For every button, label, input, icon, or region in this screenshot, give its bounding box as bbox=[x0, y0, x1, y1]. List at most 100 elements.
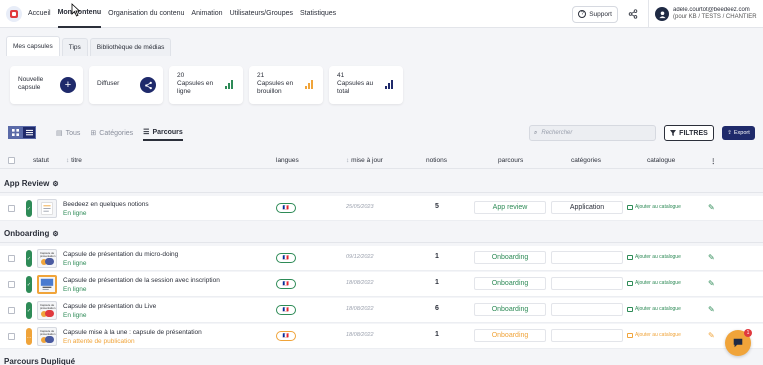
update-date: 18/08/2022 bbox=[346, 332, 374, 338]
grid-view-icon[interactable] bbox=[8, 126, 22, 139]
user-menu[interactable]: adele.courtot@beedeez.com (pour KB / TES… bbox=[648, 0, 763, 28]
table-row[interactable]: ✓ Capsule de présentation de la session … bbox=[0, 272, 763, 297]
list-toolbar: ▤ Tous ⊞ Catégories ☰ Parcours ⌕ Rechercher… bbox=[8, 125, 756, 143]
draft-capsules-card: 21 Capsules en brouillon bbox=[249, 66, 323, 104]
search-placeholder: Rechercher bbox=[541, 130, 573, 136]
table-row[interactable]: … Capsule de présentation Capsule mise à… bbox=[0, 324, 763, 349]
notions-count: 5 bbox=[435, 203, 439, 210]
categorie-cell[interactable] bbox=[551, 329, 623, 342]
filter-tab-tous[interactable]: ▤ Tous bbox=[56, 125, 80, 141]
catalogue-label: Ajouter au catalogue bbox=[635, 280, 681, 286]
table-row[interactable]: ✓ Capsule de présentation Capsule de pré… bbox=[0, 298, 763, 323]
parcours-cell[interactable]: Onboarding bbox=[474, 329, 546, 342]
gear-icon[interactable]: ⚙ bbox=[52, 180, 58, 188]
list-view-icon[interactable] bbox=[22, 126, 36, 139]
gear-icon[interactable]: ⚙ bbox=[52, 230, 58, 238]
capsule-title[interactable]: Capsule de présentation du micro-doing bbox=[63, 250, 178, 259]
language-flag-icon[interactable]: 🇫🇷 bbox=[276, 305, 296, 315]
capsule-thumbnail: Capsule de présentation bbox=[37, 301, 57, 320]
categorie-cell[interactable]: Application bbox=[551, 201, 623, 214]
search-input[interactable]: ⌕ Rechercher bbox=[529, 125, 656, 141]
edit-icon[interactable]: ✎ bbox=[708, 279, 715, 288]
categorie-cell[interactable] bbox=[551, 303, 623, 316]
grid-icon: ▤ bbox=[56, 130, 63, 137]
support-button[interactable]: ? Support bbox=[572, 5, 618, 23]
col-catalogue: catalogue bbox=[647, 157, 676, 164]
notions-count: 1 bbox=[435, 331, 439, 338]
language-flag-icon[interactable]: 🇫🇷 bbox=[276, 279, 296, 289]
edit-icon[interactable]: ✎ bbox=[708, 203, 715, 212]
col-mise-a-jour[interactable]: ↕ mise à jour bbox=[346, 157, 383, 164]
capsule-title[interactable]: Capsule de présentation du Live bbox=[63, 302, 156, 311]
filter-tab-parcours[interactable]: ☰ Parcours bbox=[143, 125, 183, 141]
parcours-cell[interactable]: Onboarding bbox=[474, 251, 546, 264]
capsule-title[interactable]: Beedeez en quelques notions bbox=[63, 200, 149, 209]
add-to-catalogue-link[interactable]: Ajouter au catalogue bbox=[627, 204, 681, 210]
row-checkbox[interactable] bbox=[8, 281, 15, 288]
parcours-cell[interactable]: App review bbox=[474, 201, 546, 214]
parcours-cell[interactable]: Onboarding bbox=[474, 303, 546, 316]
filters-button[interactable]: FILTRES bbox=[664, 125, 714, 141]
capsule-state: En ligne bbox=[63, 286, 87, 293]
plus-icon[interactable]: + bbox=[60, 77, 76, 93]
network-icon[interactable] bbox=[626, 7, 640, 21]
nav-utilisateurs-groupes[interactable]: Utilisateurs/Groupes bbox=[230, 0, 293, 28]
group-name: App Review bbox=[4, 179, 50, 188]
chat-icon bbox=[733, 338, 743, 348]
catalogue-icon bbox=[627, 254, 633, 260]
col-statut[interactable]: statut bbox=[33, 157, 49, 164]
total-count: 41 bbox=[337, 72, 345, 79]
tab-tips[interactable]: Tips bbox=[61, 38, 88, 56]
add-to-catalogue-link[interactable]: Ajouter au catalogue bbox=[627, 332, 681, 338]
table-row[interactable]: ✓ Beedeez en quelques notions En ligne 🇫… bbox=[0, 196, 763, 221]
nav-organisation-du-contenu[interactable]: Organisation du contenu bbox=[108, 0, 184, 28]
catalogue-icon bbox=[627, 332, 633, 338]
categorie-cell[interactable] bbox=[551, 251, 623, 264]
tab-mes-capsules[interactable]: Mes capsules bbox=[6, 36, 60, 56]
edit-icon[interactable]: ✎ bbox=[708, 253, 715, 262]
nav-animation[interactable]: Animation bbox=[191, 0, 222, 28]
tab-bibliotheque-de-medias[interactable]: Bibliothèque de médias bbox=[89, 38, 172, 56]
share-icon[interactable] bbox=[140, 77, 156, 93]
export-label: Export bbox=[733, 130, 750, 136]
select-all-checkbox[interactable] bbox=[8, 157, 15, 164]
capsule-title[interactable]: Capsule de présentation de la session av… bbox=[63, 276, 220, 285]
filter-tab-tous-label: Tous bbox=[65, 129, 81, 137]
parcours-cell[interactable]: Onboarding bbox=[474, 277, 546, 290]
catalogue-icon bbox=[627, 204, 633, 210]
status-online-badge: ✓ bbox=[26, 250, 32, 267]
capsule-state: En ligne bbox=[63, 210, 87, 217]
add-to-catalogue-link[interactable]: Ajouter au catalogue bbox=[627, 306, 681, 312]
catalogue-label: Ajouter au catalogue bbox=[635, 332, 681, 338]
beedeez-logo[interactable] bbox=[6, 5, 22, 22]
col-titre[interactable]: ↕ titre bbox=[66, 157, 82, 164]
diffuser-card[interactable]: Diffuser bbox=[89, 66, 163, 104]
chat-button[interactable]: 1 bbox=[725, 329, 752, 356]
row-checkbox[interactable] bbox=[8, 205, 15, 212]
mouse-cursor-icon bbox=[71, 3, 81, 17]
row-checkbox[interactable] bbox=[8, 307, 15, 314]
language-flag-icon[interactable]: 🇫🇷 bbox=[276, 203, 296, 213]
export-button[interactable]: ⇪ Export bbox=[722, 126, 755, 140]
group-name: Parcours Dupliqué bbox=[4, 357, 76, 365]
language-flag-icon[interactable]: 🇫🇷 bbox=[276, 253, 296, 263]
capsule-title[interactable]: Capsule mise à la une : capsule de prése… bbox=[63, 328, 202, 337]
add-to-catalogue-link[interactable]: Ajouter au catalogue bbox=[627, 280, 681, 286]
table-row[interactable]: ✓ Capsule de présentation Capsule de pré… bbox=[0, 246, 763, 271]
filter-tab-categories[interactable]: ⊞ Catégories bbox=[90, 125, 133, 141]
language-flag-icon[interactable]: 🇫🇷 bbox=[276, 331, 296, 341]
categorie-cell[interactable] bbox=[551, 277, 623, 290]
edit-icon[interactable]: ✎ bbox=[708, 331, 715, 340]
new-capsule-card[interactable]: Nouvelle capsule + bbox=[10, 66, 83, 104]
row-checkbox[interactable] bbox=[8, 333, 15, 340]
group-header-onboarding: Onboarding ⚙ bbox=[4, 229, 59, 238]
capsule-state: En ligne bbox=[63, 312, 87, 319]
row-checkbox[interactable] bbox=[8, 255, 15, 262]
more-options-icon[interactable]: ⋮ bbox=[710, 157, 717, 165]
edit-icon[interactable]: ✎ bbox=[708, 305, 715, 314]
categories-icon: ⊞ bbox=[90, 130, 97, 137]
col-mise-a-jour-label: mise à jour bbox=[351, 157, 383, 164]
nav-statistiques[interactable]: Statistiques bbox=[300, 0, 336, 28]
nav-accueil[interactable]: Accueil bbox=[28, 0, 51, 28]
add-to-catalogue-link[interactable]: Ajouter au catalogue bbox=[627, 254, 681, 260]
